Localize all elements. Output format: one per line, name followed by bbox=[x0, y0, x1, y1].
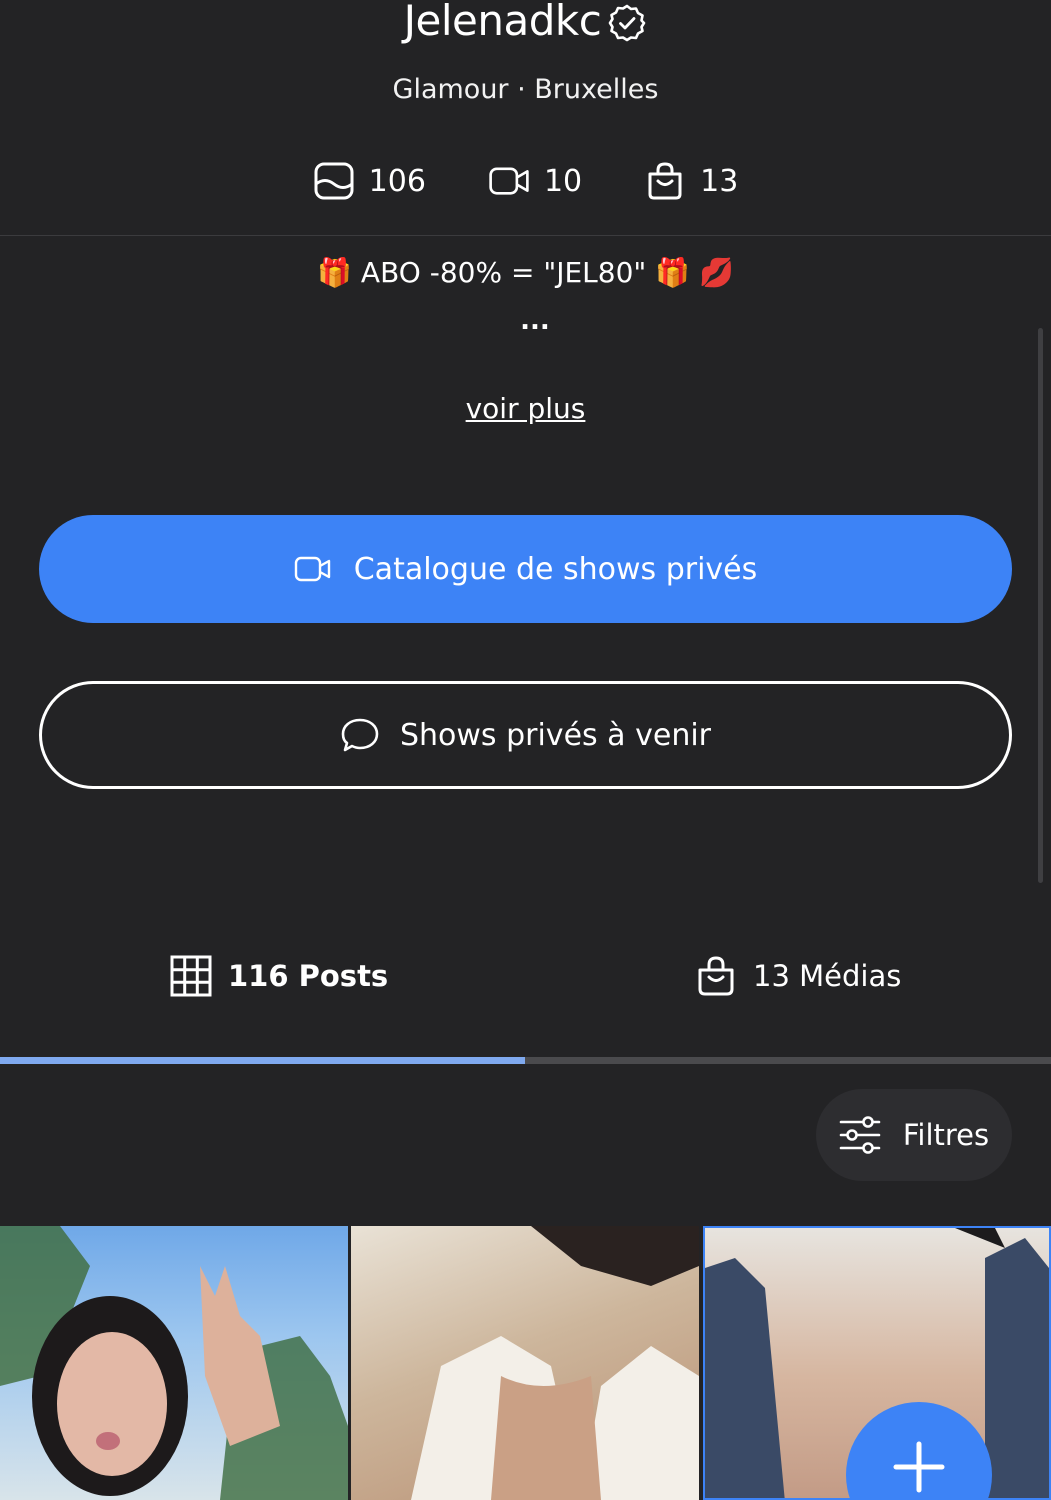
upcoming-shows-button[interactable]: Shows privés à venir bbox=[39, 681, 1012, 789]
tab-posts-label: 116 Posts bbox=[228, 959, 389, 993]
chat-bubble-icon bbox=[341, 718, 379, 752]
profile-stats: 106 10 13 bbox=[0, 160, 1051, 202]
stat-photos-count: 106 bbox=[368, 163, 426, 199]
post-thumbnail[interactable] bbox=[0, 1226, 348, 1500]
profile-name-text: Jelenadkc bbox=[403, 0, 602, 45]
catalog-button[interactable]: Catalogue de shows privés bbox=[39, 515, 1012, 623]
stat-videos-count: 10 bbox=[543, 163, 583, 199]
post-thumbnail[interactable] bbox=[351, 1226, 699, 1500]
tab-medias-label: 13 Médias bbox=[753, 959, 902, 993]
verified-badge-icon bbox=[609, 4, 646, 41]
post-image bbox=[0, 1226, 348, 1500]
plus-icon bbox=[893, 1441, 945, 1493]
tab-active-indicator bbox=[0, 1057, 525, 1064]
header-divider bbox=[0, 235, 1051, 236]
photo-icon bbox=[314, 162, 354, 200]
video-camera-icon bbox=[294, 556, 330, 582]
tab-medias[interactable]: 13 Médias bbox=[695, 955, 901, 997]
tab-posts[interactable]: 116 Posts bbox=[170, 955, 388, 997]
filters-label: Filtres bbox=[902, 1118, 990, 1152]
stat-medias[interactable]: 13 bbox=[644, 160, 738, 202]
scrollbar[interactable] bbox=[1038, 328, 1043, 883]
profile-page: Jelenadkc Glamour · Bruxelles 106 10 13 … bbox=[0, 0, 1051, 1500]
stat-photos[interactable]: 106 bbox=[313, 160, 426, 202]
upcoming-shows-label: Shows privés à venir bbox=[399, 717, 711, 753]
video-camera-icon bbox=[489, 167, 529, 195]
shopping-bag-icon bbox=[648, 162, 682, 200]
grid-icon bbox=[170, 955, 212, 997]
stat-medias-count: 13 bbox=[700, 163, 739, 199]
catalog-button-label: Catalogue de shows privés bbox=[353, 551, 758, 587]
post-image bbox=[411, 1226, 699, 1500]
profile-subtitle: Glamour · Bruxelles bbox=[392, 74, 659, 105]
content-tabs: 116 Posts 13 Médias bbox=[0, 955, 1051, 1015]
profile-name: Jelenadkc bbox=[0, 0, 1051, 45]
bio-ellipsis: ... bbox=[520, 306, 550, 336]
voir-plus-link[interactable]: voir plus bbox=[0, 392, 1051, 425]
filters-button[interactable]: Filtres bbox=[816, 1089, 1012, 1181]
bio-text: 🎁 ABO -80% = "JEL80" 🎁 💋 bbox=[317, 256, 734, 289]
stat-videos[interactable]: 10 bbox=[488, 160, 582, 202]
shopping-bag-icon bbox=[698, 956, 734, 996]
sliders-icon bbox=[839, 1116, 881, 1154]
